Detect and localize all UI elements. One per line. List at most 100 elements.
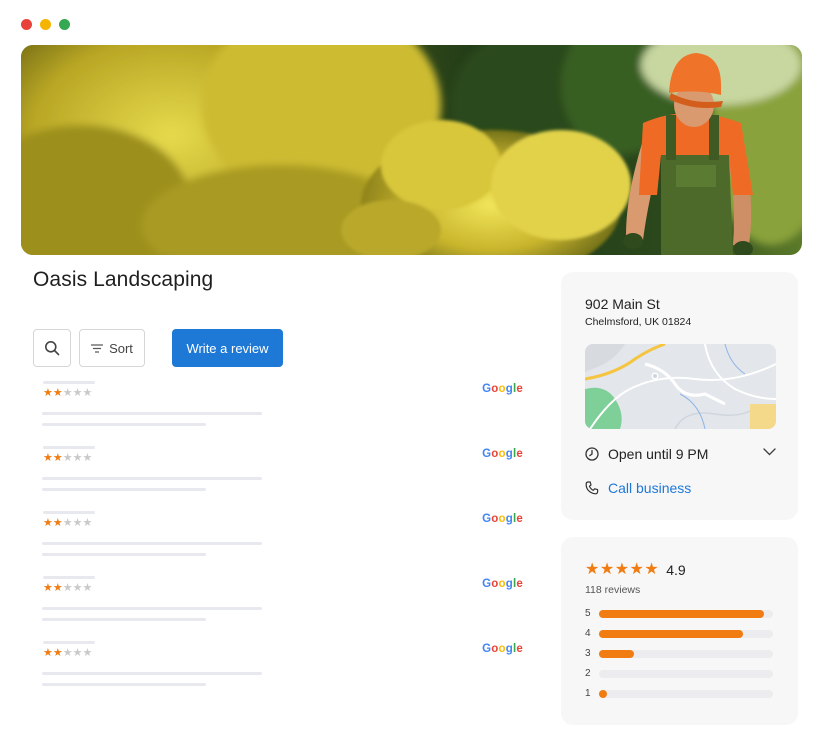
star-filled-icon: ★ <box>52 452 63 464</box>
star-empty-icon: ★ <box>82 452 93 464</box>
hours-row[interactable]: Open until 9 PM <box>585 444 776 464</box>
rating-average: 4.9 <box>666 562 686 578</box>
distribution-track <box>599 690 773 698</box>
star-filled-icon: ★ <box>52 582 63 594</box>
location-map[interactable] <box>585 344 776 429</box>
review-text-placeholder <box>42 488 206 491</box>
chevron-down-icon[interactable] <box>763 448 776 456</box>
reviewer-name-placeholder <box>43 511 95 514</box>
star-filled-icon: ★ <box>52 387 63 399</box>
distribution-fill <box>599 630 743 638</box>
review-count: 118 reviews <box>585 584 641 596</box>
review-list: ★★★★★ Google ★★★★★ Google ★★★★★ Google ★★★★★ Go… <box>33 378 533 703</box>
rating-distribution: 5 4 3 2 1 <box>585 607 775 707</box>
star-filled-icon: ★ <box>585 561 600 578</box>
star-filled-icon: ★ <box>629 561 645 578</box>
sort-button[interactable]: Sort <box>79 329 145 367</box>
review-stars: ★★★★★ <box>43 517 92 529</box>
distribution-row: 2 <box>585 667 775 687</box>
star-filled-icon: ★ <box>644 561 660 578</box>
phone-icon <box>585 481 599 495</box>
hours-text: Open until 9 PM <box>608 446 709 462</box>
address-line-1: 902 Main St <box>585 296 660 312</box>
review-text-placeholder <box>42 683 206 686</box>
window-controls <box>21 19 70 30</box>
google-logo: Google <box>482 643 523 655</box>
star-filled-icon: ★ <box>43 647 53 659</box>
star-filled-icon: ★ <box>43 387 53 399</box>
review-stars: ★★★★★ <box>43 647 92 659</box>
distribution-fill <box>599 610 764 618</box>
review-text-placeholder <box>42 477 262 480</box>
minimize-dot[interactable] <box>40 19 51 30</box>
review-stars: ★★★★★ <box>43 582 92 594</box>
write-review-button[interactable]: Write a review <box>172 329 283 367</box>
star-empty-icon: ★ <box>72 582 83 594</box>
review-text-placeholder <box>42 553 206 556</box>
distribution-row: 5 <box>585 607 775 627</box>
reviewer-name-placeholder <box>43 641 95 644</box>
distribution-fill <box>599 650 634 658</box>
call-business-link[interactable]: Call business <box>585 478 691 498</box>
star-empty-icon: ★ <box>62 452 73 464</box>
search-button[interactable] <box>33 329 71 367</box>
distribution-track <box>599 610 773 618</box>
review-stars: ★★★★★ <box>43 387 92 399</box>
address-line-2: Chelmsford, UK 01824 <box>585 316 692 328</box>
star-empty-icon: ★ <box>62 582 73 594</box>
star-empty-icon: ★ <box>62 647 73 659</box>
review-text-placeholder <box>42 618 206 621</box>
reviews-toolbar: Sort Write a review <box>33 329 283 367</box>
distribution-label: 4 <box>585 628 591 639</box>
distribution-track <box>599 630 773 638</box>
review-item[interactable]: ★★★★★ Google <box>33 638 533 703</box>
distribution-label: 3 <box>585 648 591 659</box>
review-text-placeholder <box>42 672 262 675</box>
google-logo: Google <box>482 513 523 525</box>
reviewer-name-placeholder <box>43 446 95 449</box>
distribution-track <box>599 650 773 658</box>
distribution-row: 1 <box>585 687 775 707</box>
star-empty-icon: ★ <box>82 647 93 659</box>
review-text-placeholder <box>42 607 262 610</box>
distribution-label: 5 <box>585 608 591 619</box>
hero-photo <box>21 45 802 255</box>
sort-label: Sort <box>109 340 133 356</box>
distribution-track <box>599 670 773 678</box>
rating-stars: ★★★★★ <box>585 561 659 579</box>
star-filled-icon: ★ <box>43 517 53 529</box>
sort-icon <box>91 343 104 353</box>
star-empty-icon: ★ <box>82 582 93 594</box>
call-business-label: Call business <box>608 480 692 496</box>
review-item[interactable]: ★★★★★ Google <box>33 508 533 573</box>
google-logo: Google <box>482 448 523 460</box>
star-filled-icon: ★ <box>614 561 630 578</box>
distribution-label: 2 <box>585 668 591 679</box>
review-item[interactable]: ★★★★★ Google <box>33 573 533 638</box>
close-dot[interactable] <box>21 19 32 30</box>
star-filled-icon: ★ <box>43 452 53 464</box>
review-text-placeholder <box>42 412 262 415</box>
review-item[interactable]: ★★★★★ Google <box>33 443 533 508</box>
clock-icon <box>585 447 599 461</box>
review-item[interactable]: ★★★★★ Google <box>33 378 533 443</box>
review-text-placeholder <box>42 423 206 426</box>
star-empty-icon: ★ <box>72 452 83 464</box>
distribution-label: 1 <box>585 688 591 699</box>
star-filled-icon: ★ <box>43 582 53 594</box>
google-logo: Google <box>482 383 523 395</box>
rating-summary-card: ★★★★★ 4.9 118 reviews 54321 <box>561 537 798 725</box>
star-filled-icon: ★ <box>599 561 615 578</box>
star-empty-icon: ★ <box>72 647 83 659</box>
reviewer-name-placeholder <box>43 576 95 579</box>
distribution-row: 3 <box>585 647 775 667</box>
star-filled-icon: ★ <box>52 517 63 529</box>
business-info-card: 902 Main St Chelmsford, UK 01824 Open un… <box>561 272 798 520</box>
distribution-fill <box>599 690 607 698</box>
google-logo: Google <box>482 578 523 590</box>
maximize-dot[interactable] <box>59 19 70 30</box>
star-empty-icon: ★ <box>82 517 93 529</box>
rating-header: ★★★★★ 4.9 <box>585 561 686 579</box>
star-empty-icon: ★ <box>72 517 83 529</box>
review-stars: ★★★★★ <box>43 452 92 464</box>
